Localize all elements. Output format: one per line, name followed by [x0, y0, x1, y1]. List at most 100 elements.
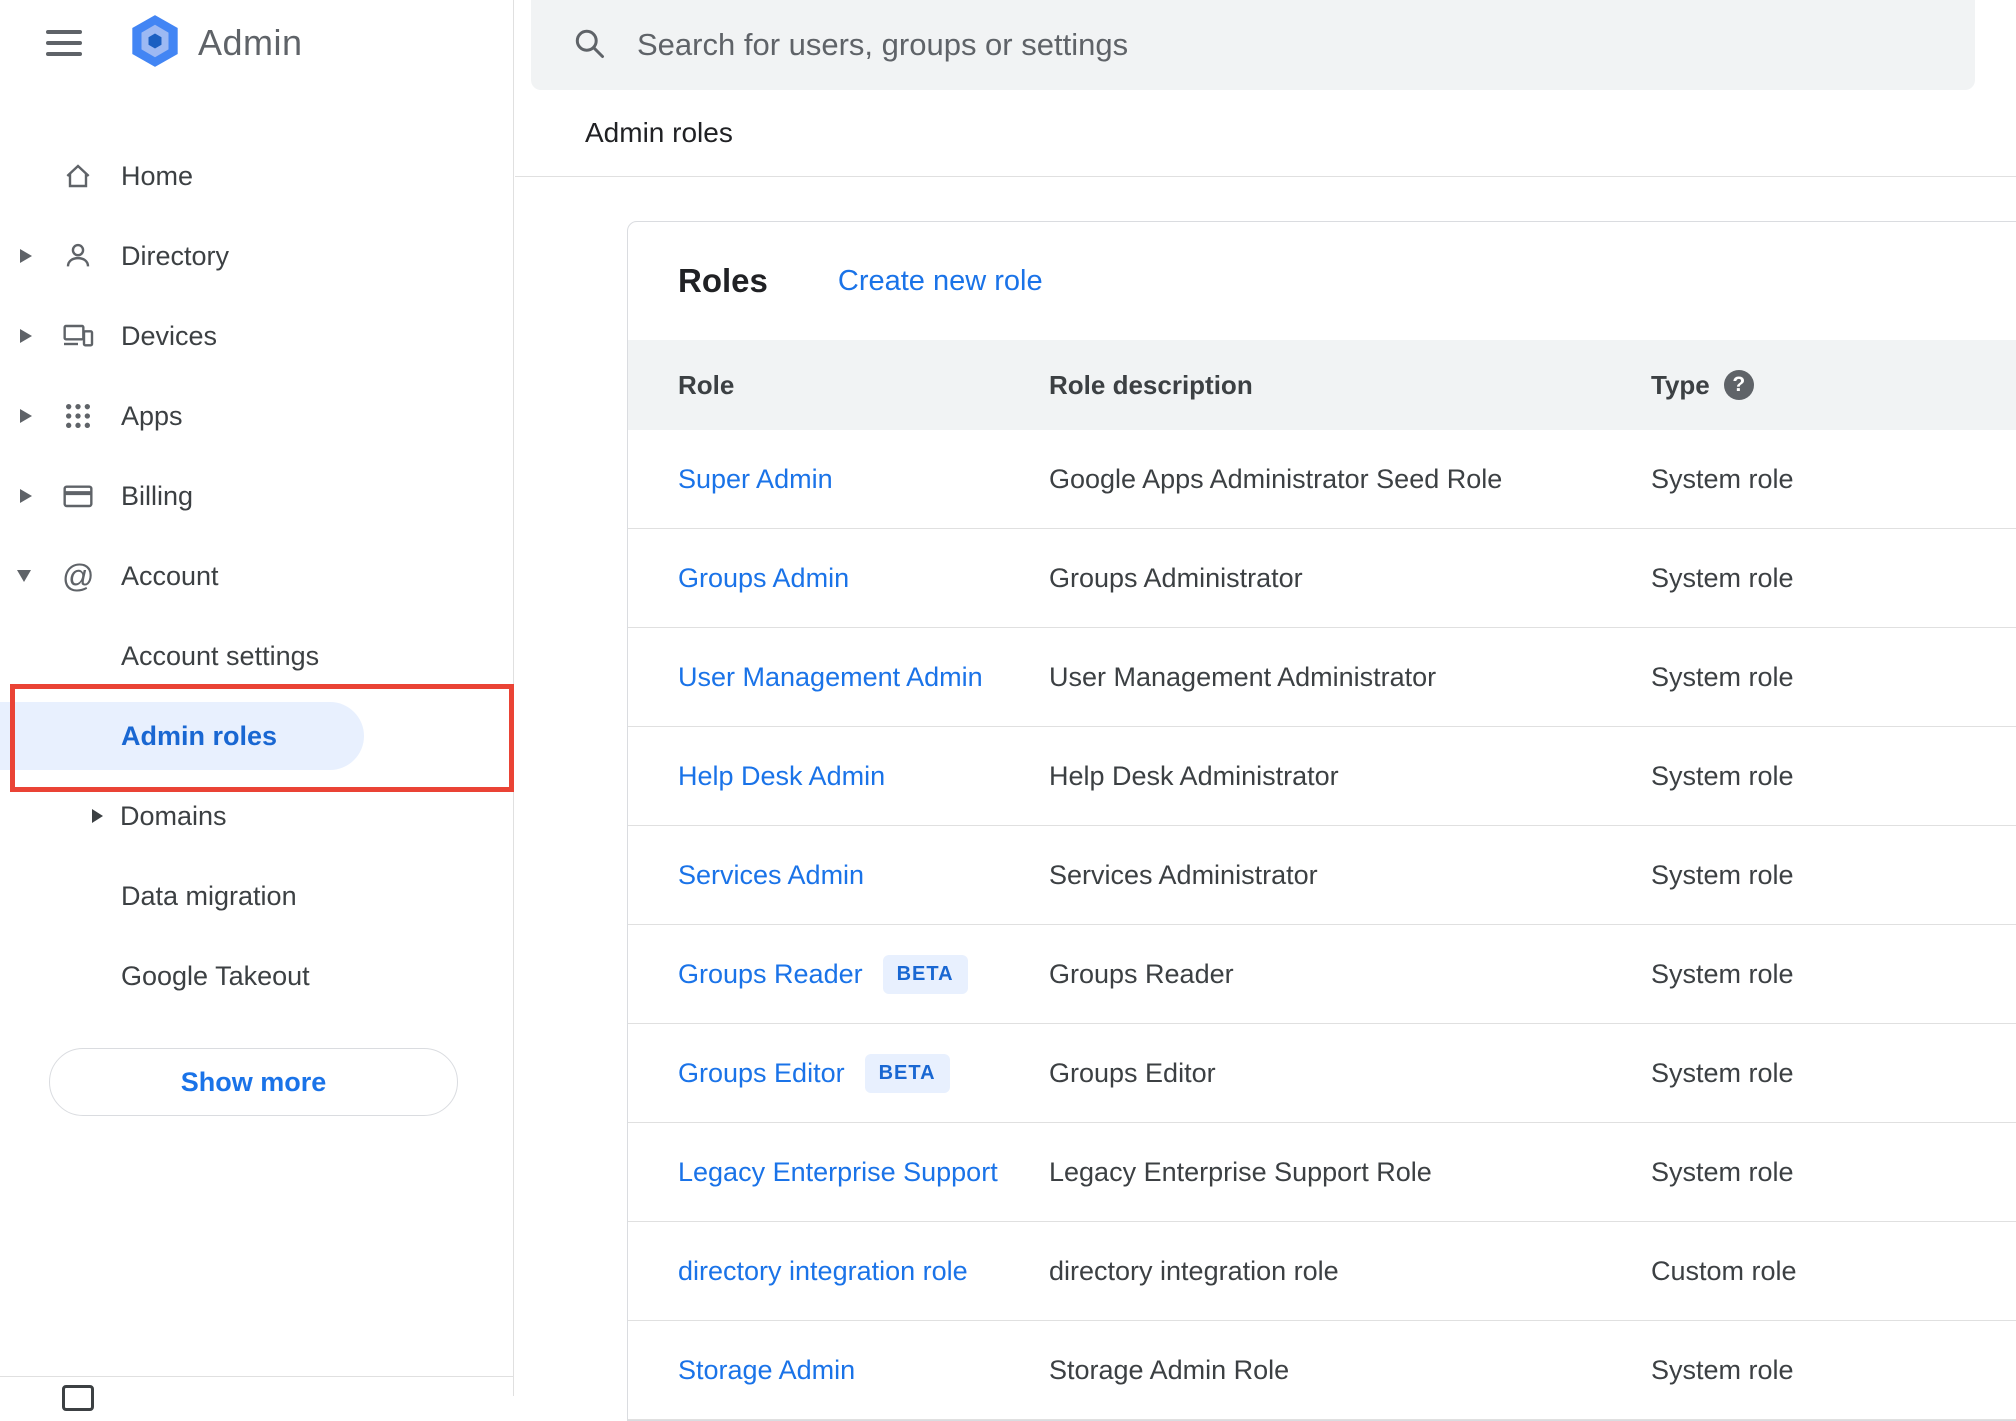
- sidebar-item-label: Admin roles: [121, 720, 278, 751]
- sidebar-header: Admin: [0, 0, 513, 86]
- role-link[interactable]: Groups Admin: [678, 563, 849, 594]
- sidebar-item-label: Data migration: [121, 880, 297, 911]
- role-type: System role: [1651, 661, 1794, 692]
- role-link[interactable]: Legacy Enterprise Support: [678, 1157, 998, 1188]
- brand-title: Admin: [198, 22, 303, 63]
- chevron-down-icon[interactable]: [17, 570, 31, 582]
- roles-card: Roles Create new role Role Role descript…: [627, 221, 2016, 1421]
- role-type: System role: [1651, 463, 1794, 494]
- table-row: Services Admin Services Administrator Sy…: [628, 826, 2016, 925]
- chevron-right-icon[interactable]: [92, 809, 103, 823]
- sidebar-item-devices[interactable]: Devices: [0, 296, 513, 376]
- role-link[interactable]: Services Admin: [678, 860, 864, 891]
- show-more-button[interactable]: Show more: [49, 1048, 458, 1116]
- role-type: System role: [1651, 1156, 1794, 1187]
- chevron-right-icon[interactable]: [20, 409, 32, 423]
- role-description: Storage Admin Role: [1049, 1354, 1290, 1385]
- sidebar-item-label: Billing: [121, 480, 194, 511]
- sidebar-item-directory[interactable]: Directory: [0, 216, 513, 296]
- breadcrumb: Admin roles: [585, 117, 733, 148]
- role-description: Services Administrator: [1049, 859, 1318, 890]
- role-description: Google Apps Administrator Seed Role: [1049, 463, 1503, 494]
- search-input[interactable]: [637, 15, 1975, 75]
- apps-grid-icon: [62, 400, 121, 432]
- table-header: Role Role description Type: [628, 340, 2016, 430]
- table-row: Legacy Enterprise Support Legacy Enterpr…: [628, 1123, 2016, 1222]
- table-row: Groups Editor BETA Groups Editor System r…: [628, 1024, 2016, 1123]
- role-link[interactable]: Groups Editor: [678, 1058, 845, 1089]
- sidebar-item-billing[interactable]: Billing: [0, 456, 513, 536]
- credit-card-icon: [62, 480, 121, 512]
- role-description: Groups Editor: [1049, 1057, 1216, 1088]
- sidebar-item-label: Account settings: [121, 640, 320, 671]
- role-description: Groups Administrator: [1049, 562, 1303, 593]
- role-type: System role: [1651, 958, 1794, 989]
- search-icon: [571, 25, 607, 66]
- chevron-right-icon[interactable]: [20, 489, 32, 503]
- table-row: Help Desk Admin Help Desk Administrator …: [628, 727, 2016, 826]
- page-title: Roles: [678, 262, 768, 299]
- sidebar-item-label: Directory: [121, 240, 230, 271]
- role-description: User Management Administrator: [1049, 661, 1437, 692]
- hamburger-menu-icon[interactable]: [46, 30, 82, 56]
- table-row: Storage Admin Storage Admin Role System …: [628, 1321, 2016, 1420]
- role-link[interactable]: directory integration role: [678, 1256, 968, 1287]
- role-type: Custom role: [1651, 1255, 1797, 1286]
- roles-card-header: Roles Create new role: [628, 222, 2016, 340]
- role-link[interactable]: User Management Admin: [678, 662, 983, 693]
- role-link[interactable]: Groups Reader: [678, 959, 863, 990]
- question-mark-help-icon[interactable]: [1723, 370, 1754, 400]
- table-row: directory integration role directory int…: [628, 1222, 2016, 1321]
- table-row: Groups Admin Groups Administrator System…: [628, 529, 2016, 628]
- sidebar-item-domains[interactable]: Domains: [0, 776, 513, 856]
- home-icon: [62, 160, 121, 192]
- sidebar-item-google-takeout[interactable]: Google Takeout: [0, 936, 513, 1016]
- person-icon: [62, 240, 121, 272]
- at-sign-icon: [62, 558, 94, 595]
- sidebar-bottom-divider: [0, 1376, 514, 1377]
- sidebar-item-admin-roles[interactable]: Admin roles: [0, 702, 364, 770]
- role-description: Groups Reader: [1049, 958, 1234, 989]
- sidebar-item-label: Devices: [121, 320, 218, 351]
- sidebar: Admin Home Directory Devices Apps Billin…: [0, 0, 514, 1411]
- role-type: System role: [1651, 1354, 1794, 1385]
- role-link[interactable]: Help Desk Admin: [678, 761, 885, 792]
- search-bar: [531, 0, 1975, 90]
- header-divider: [515, 176, 2016, 177]
- role-type: System role: [1651, 1057, 1794, 1088]
- sidebar-item-label: Apps: [121, 400, 183, 431]
- table-row: Super Admin Google Apps Administrator Se…: [628, 430, 2016, 529]
- column-header-type: Type: [1651, 369, 1710, 400]
- partial-bottom-icon: [62, 1385, 94, 1411]
- chevron-right-icon[interactable]: [20, 249, 32, 263]
- role-type: System role: [1651, 859, 1794, 890]
- brand-logo[interactable]: Admin: [128, 14, 303, 73]
- role-link[interactable]: Super Admin: [678, 464, 833, 495]
- column-header-role: Role: [678, 369, 735, 400]
- sidebar-item-apps[interactable]: Apps: [0, 376, 513, 456]
- table-row: Groups Reader BETA Groups Reader System r…: [628, 925, 2016, 1024]
- role-type: System role: [1651, 760, 1794, 791]
- beta-badge: BETA: [882, 954, 968, 994]
- sidebar-item-account-settings[interactable]: Account settings: [0, 616, 513, 696]
- sidebar-nav: Home Directory Devices Apps Billing @ Ac…: [0, 136, 513, 1016]
- sidebar-item-label: Account: [121, 560, 219, 591]
- role-link[interactable]: Storage Admin: [678, 1355, 855, 1386]
- sidebar-item-data-migration[interactable]: Data migration: [0, 856, 513, 936]
- column-header-description: Role description: [1049, 369, 1253, 400]
- chevron-right-icon[interactable]: [20, 329, 32, 343]
- sidebar-item-label: Home: [121, 160, 194, 191]
- role-description: Help Desk Administrator: [1049, 760, 1339, 791]
- table-row: User Management Admin User Management Ad…: [628, 628, 2016, 727]
- sidebar-item-label: Domains: [120, 800, 227, 831]
- sidebar-item-label: Google Takeout: [121, 960, 310, 991]
- role-description: Legacy Enterprise Support Role: [1049, 1156, 1432, 1187]
- admin-hexagon-logo-icon: [128, 14, 182, 73]
- create-new-role-link[interactable]: Create new role: [838, 265, 1043, 298]
- devices-icon: [62, 320, 121, 352]
- beta-badge: BETA: [864, 1053, 950, 1093]
- role-description: directory integration role: [1049, 1255, 1339, 1286]
- sidebar-item-home[interactable]: Home: [0, 136, 513, 216]
- sidebar-item-account[interactable]: Account: [0, 536, 513, 616]
- role-type: System role: [1651, 562, 1794, 593]
